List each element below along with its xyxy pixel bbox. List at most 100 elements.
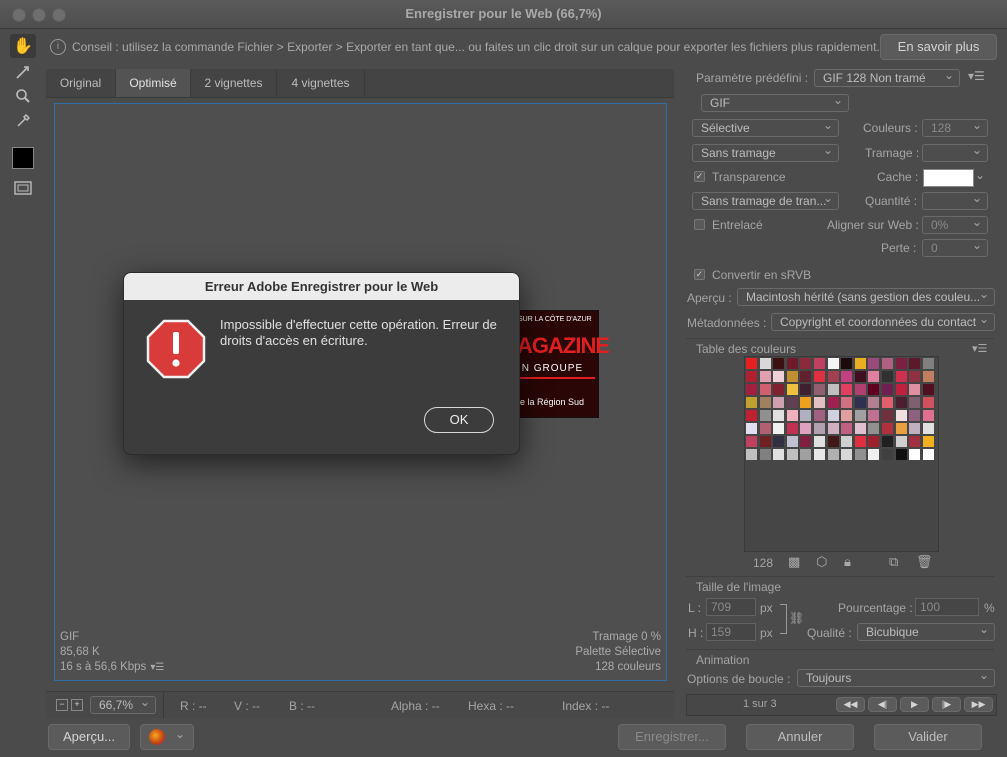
color-swatch[interactable] bbox=[922, 410, 934, 421]
map-transparency-icon[interactable]: ▩ bbox=[788, 554, 800, 570]
color-swatch[interactable] bbox=[909, 449, 921, 460]
color-swatch[interactable] bbox=[759, 436, 771, 447]
color-swatch[interactable] bbox=[800, 358, 812, 369]
dither-algorithm-select[interactable]: Sans tramage bbox=[692, 144, 839, 162]
color-swatch[interactable] bbox=[882, 397, 893, 408]
color-swatch[interactable] bbox=[895, 449, 907, 460]
color-swatch[interactable] bbox=[922, 449, 934, 460]
metadata-select[interactable]: Copyright et coordonnées du contact bbox=[771, 313, 995, 331]
color-swatch[interactable] bbox=[854, 371, 866, 382]
color-swatch[interactable] bbox=[800, 384, 812, 395]
amount-select[interactable] bbox=[922, 192, 988, 210]
color-swatch[interactable] bbox=[827, 423, 839, 434]
color-swatch[interactable] bbox=[882, 371, 893, 382]
color-swatch[interactable] bbox=[868, 449, 880, 460]
color-swatch[interactable] bbox=[746, 410, 757, 421]
color-swatch[interactable] bbox=[746, 384, 757, 395]
web-snap-select[interactable]: 0% bbox=[922, 216, 988, 234]
color-swatch[interactable] bbox=[868, 358, 880, 369]
color-swatch[interactable] bbox=[773, 423, 785, 434]
color-swatch[interactable] bbox=[814, 449, 825, 460]
color-swatch[interactable] bbox=[773, 397, 785, 408]
color-table-menu-icon[interactable]: ▾☰ bbox=[972, 342, 987, 355]
color-swatch[interactable] bbox=[746, 358, 757, 369]
color-swatch[interactable] bbox=[841, 384, 853, 395]
color-swatch[interactable] bbox=[909, 423, 921, 434]
color-swatch[interactable] bbox=[800, 397, 812, 408]
learn-more-button[interactable]: En savoir plus bbox=[880, 34, 997, 60]
color-swatch[interactable] bbox=[854, 423, 866, 434]
color-swatch[interactable] bbox=[759, 410, 771, 421]
color-swatch[interactable] bbox=[909, 358, 921, 369]
color-swatch[interactable] bbox=[786, 410, 798, 421]
previous-frame-button[interactable]: ◀| bbox=[868, 697, 897, 712]
format-select[interactable]: GIF bbox=[701, 94, 849, 112]
play-button[interactable]: ▶ bbox=[900, 697, 929, 712]
web-shift-icon[interactable]: ⬡ bbox=[816, 554, 827, 570]
color-swatch[interactable] bbox=[786, 384, 798, 395]
colors-select[interactable]: 128 bbox=[922, 119, 988, 137]
color-swatch[interactable] bbox=[800, 449, 812, 460]
quality-select[interactable]: Bicubique bbox=[857, 623, 995, 641]
color-swatch[interactable] bbox=[759, 384, 771, 395]
color-swatch[interactable] bbox=[909, 384, 921, 395]
transparency-checkbox[interactable]: ✓ bbox=[694, 171, 705, 182]
zoom-in-icon[interactable]: + bbox=[71, 699, 83, 711]
color-swatch[interactable] bbox=[827, 371, 839, 382]
tab-original[interactable]: Original bbox=[46, 69, 116, 97]
color-swatch[interactable] bbox=[773, 384, 785, 395]
color-swatch[interactable] bbox=[895, 358, 907, 369]
color-swatch[interactable] bbox=[746, 436, 757, 447]
color-swatch[interactable] bbox=[841, 358, 853, 369]
settings-menu-icon[interactable]: ▾☰ bbox=[968, 69, 985, 83]
color-swatch[interactable] bbox=[895, 436, 907, 447]
next-frame-button[interactable]: |▶ bbox=[932, 697, 961, 712]
color-swatch[interactable] bbox=[922, 371, 934, 382]
color-swatch[interactable] bbox=[746, 449, 757, 460]
new-color-icon[interactable]: ⧉ bbox=[889, 554, 898, 570]
tab-4-up[interactable]: 4 vignettes bbox=[277, 69, 365, 97]
color-swatch[interactable] bbox=[773, 436, 785, 447]
zoom-out-icon[interactable]: − bbox=[56, 699, 68, 711]
color-swatch[interactable] bbox=[868, 384, 880, 395]
color-swatch[interactable] bbox=[800, 410, 812, 421]
color-swatch[interactable] bbox=[827, 397, 839, 408]
color-swatch[interactable] bbox=[854, 384, 866, 395]
color-swatch[interactable] bbox=[895, 371, 907, 382]
color-swatch[interactable] bbox=[922, 397, 934, 408]
zoom-level-select[interactable]: 66,7% bbox=[90, 696, 156, 714]
color-swatch[interactable] bbox=[841, 397, 853, 408]
color-swatch[interactable] bbox=[882, 423, 893, 434]
color-swatch[interactable] bbox=[759, 449, 771, 460]
color-swatch[interactable] bbox=[746, 423, 757, 434]
color-swatch[interactable] bbox=[773, 449, 785, 460]
tab-optimized[interactable]: Optimisé bbox=[116, 69, 191, 97]
color-swatch[interactable] bbox=[759, 423, 771, 434]
color-swatch[interactable] bbox=[814, 436, 825, 447]
color-swatch[interactable] bbox=[786, 358, 798, 369]
color-swatch[interactable] bbox=[868, 423, 880, 434]
done-button[interactable]: Valider bbox=[874, 724, 982, 750]
color-swatch[interactable] bbox=[800, 371, 812, 382]
hand-tool-icon[interactable]: ✋ bbox=[10, 34, 36, 58]
color-table-grid[interactable] bbox=[744, 356, 939, 552]
color-swatch[interactable] bbox=[814, 423, 825, 434]
color-swatch[interactable] bbox=[854, 410, 866, 421]
color-swatch[interactable] bbox=[882, 358, 893, 369]
loop-select[interactable]: Toujours bbox=[797, 669, 995, 687]
cancel-button[interactable]: Annuler bbox=[746, 724, 854, 750]
color-swatch[interactable] bbox=[814, 397, 825, 408]
color-swatch[interactable] bbox=[827, 410, 839, 421]
lossy-select[interactable]: 0 bbox=[922, 239, 988, 257]
color-swatch[interactable] bbox=[800, 423, 812, 434]
color-reduction-select[interactable]: Sélective bbox=[692, 119, 839, 137]
transparency-dither-select[interactable]: Sans tramage de tran... bbox=[692, 192, 839, 210]
preview-button[interactable]: Aperçu... bbox=[48, 724, 130, 750]
color-swatch[interactable] bbox=[814, 371, 825, 382]
color-swatch[interactable] bbox=[759, 397, 771, 408]
dither-amount-select[interactable] bbox=[922, 144, 988, 162]
color-swatch[interactable] bbox=[759, 371, 771, 382]
color-swatch[interactable] bbox=[895, 410, 907, 421]
percent-input[interactable]: 100 bbox=[915, 598, 979, 616]
color-swatch[interactable] bbox=[827, 436, 839, 447]
